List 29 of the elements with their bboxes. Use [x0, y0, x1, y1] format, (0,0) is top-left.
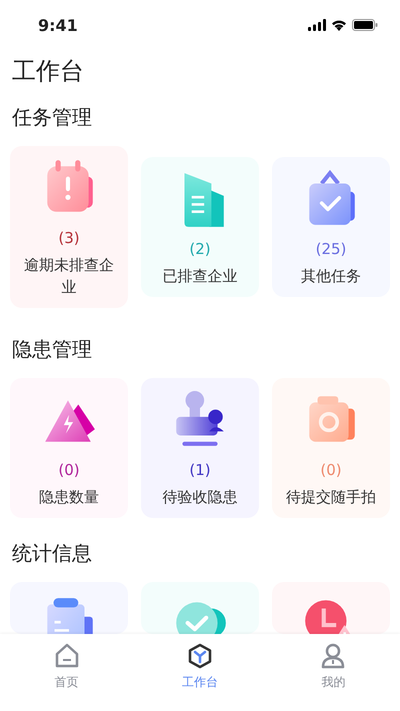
page-title: 工作台: [12, 56, 85, 87]
wifi-icon: [331, 19, 347, 31]
card-label: 已排查企业: [162, 266, 238, 287]
card-background[interactable]: (0) 待提交随手拍: [272, 378, 390, 518]
card-label: 其他任务: [301, 266, 361, 287]
count-text: (3): [58, 228, 80, 248]
card-label: 待提交随手拍: [286, 487, 376, 508]
count-text: (25): [316, 239, 346, 259]
count-text: (0): [320, 460, 342, 480]
card-background[interactable]: [272, 582, 390, 634]
card-background[interactable]: (0) 隐患数量: [10, 378, 128, 518]
count-text: (2): [189, 239, 211, 259]
battery-icon: [352, 19, 378, 31]
card-background[interactable]: (2) 已排查企业: [141, 157, 259, 297]
section-title: 隐患管理: [12, 336, 93, 363]
card-background[interactable]: (3) 逾期未排查企业: [10, 146, 128, 308]
section-title: 任务管理: [12, 104, 93, 131]
card-background[interactable]: (1) 待验收隐患: [141, 378, 259, 518]
section-title: 统计信息: [12, 540, 93, 567]
signal-icon: [308, 19, 326, 31]
card-background[interactable]: [10, 582, 128, 634]
status-time: 9:41: [38, 16, 79, 34]
card-background[interactable]: [141, 582, 259, 634]
card-background[interactable]: (25) 其他任务: [272, 157, 390, 297]
count-text: (0): [58, 460, 80, 480]
card-label: 隐患数量: [39, 487, 99, 508]
count-text: (1): [189, 460, 211, 480]
card-label: 逾期未排查企业: [23, 255, 115, 298]
card-label: 待验收隐患: [162, 487, 238, 508]
